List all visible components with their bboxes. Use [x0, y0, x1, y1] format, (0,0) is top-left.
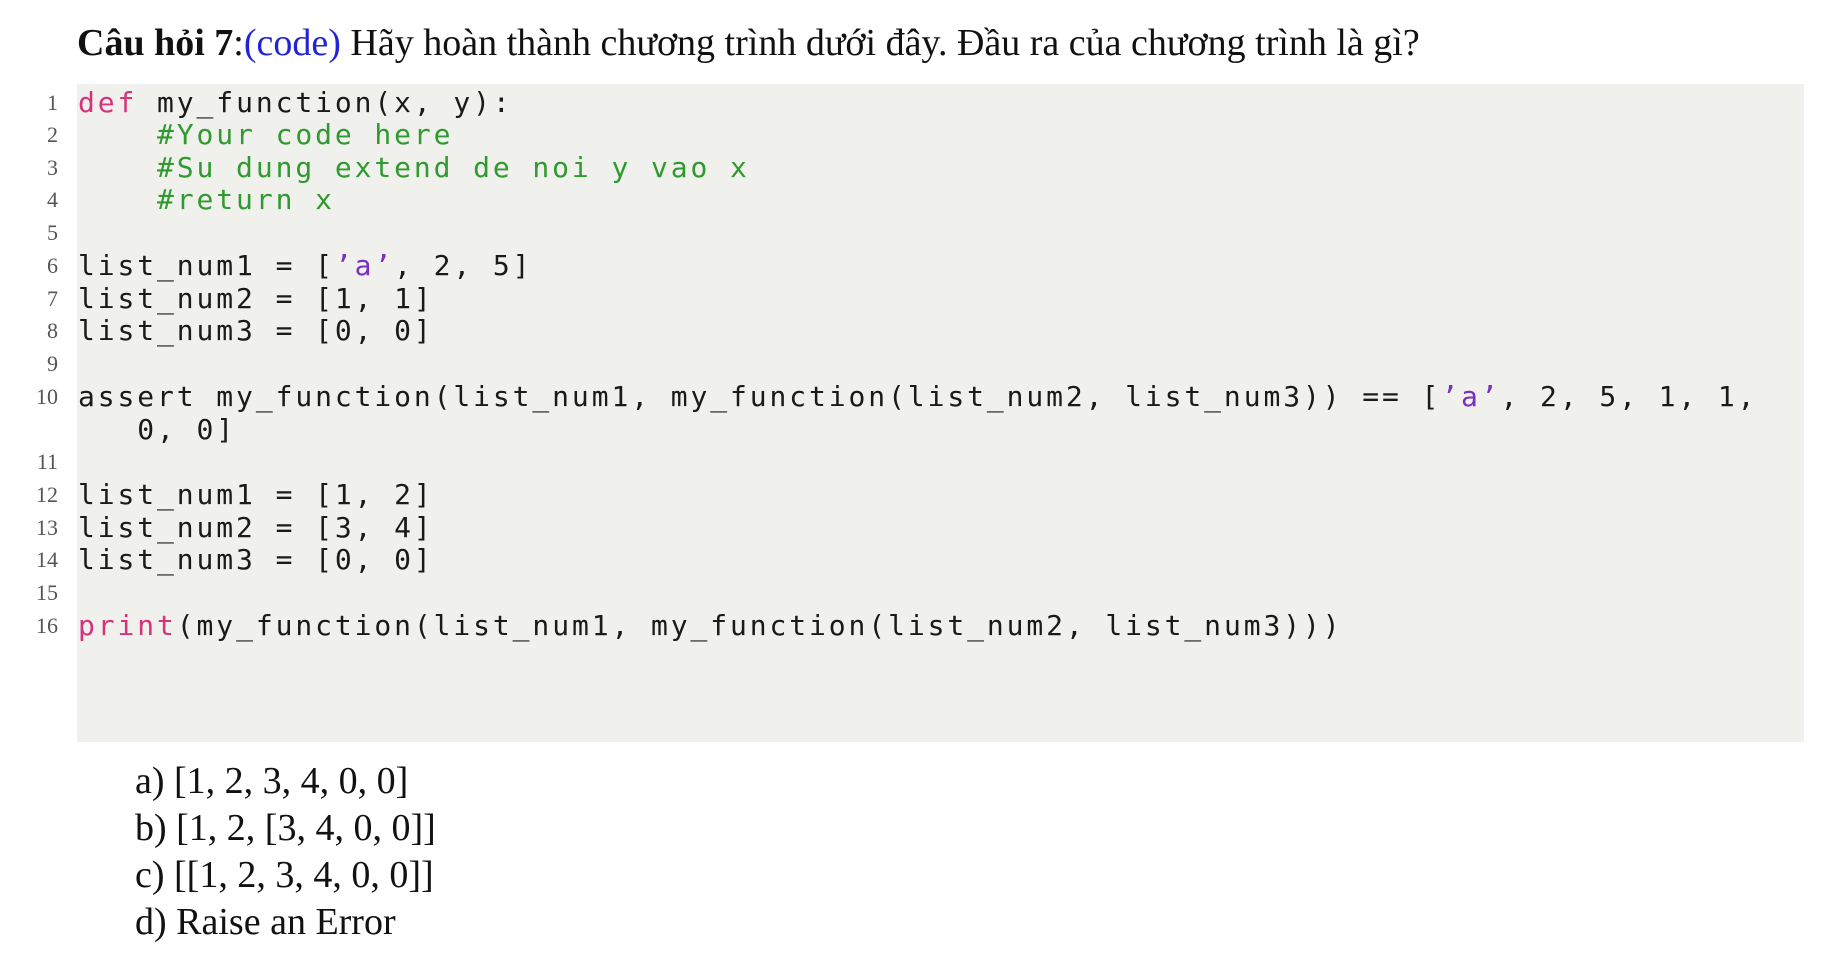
question-tag: (code) [243, 22, 341, 64]
option-b[interactable]: b) [1, 2, [3, 4, 0, 0]] [135, 805, 436, 852]
question-colon: : [233, 22, 244, 64]
string-literal: ’a’ [1441, 380, 1501, 413]
function-signature: my_function(x, y): [137, 86, 513, 119]
code-segment: (my_function(list_num1, my_function(list… [176, 609, 1343, 642]
line-number: 16 [36, 613, 58, 638]
question-text: Hãy hoàn thành chương trình dưới đây. Đầ… [340, 22, 1420, 64]
code-segment: list_num1 = [ [78, 249, 335, 282]
code-segment: , 2, 5, 1, 1, [1500, 380, 1758, 413]
question-label: Câu hỏi 7 [77, 22, 234, 64]
keyword-def: def [78, 86, 138, 119]
code-segment: , 2, 5] [394, 249, 533, 282]
string-literal: ’a’ [334, 249, 395, 282]
keyword-print: print [78, 609, 177, 642]
option-c[interactable]: c) [[1, 2, 3, 4, 0, 0]] [135, 852, 436, 899]
code-segment: assert my_function(list_num1, my_functio… [78, 380, 1442, 413]
question-heading: Câu hỏi 7:(code) Hãy hoàn thành chương t… [77, 18, 1420, 68]
answer-options: a) [1, 2, 3, 4, 0, 0] b) [1, 2, [3, 4, 0… [135, 758, 436, 946]
option-d[interactable]: d) Raise an Error [135, 899, 436, 946]
code-line-16: 16 print(my_function(list_num1, my_funct… [0, 607, 1804, 645]
code-text: print(my_function(list_num1, my_function… [78, 607, 1342, 645]
option-a[interactable]: a) [1, 2, 3, 4, 0, 0] [135, 758, 436, 805]
